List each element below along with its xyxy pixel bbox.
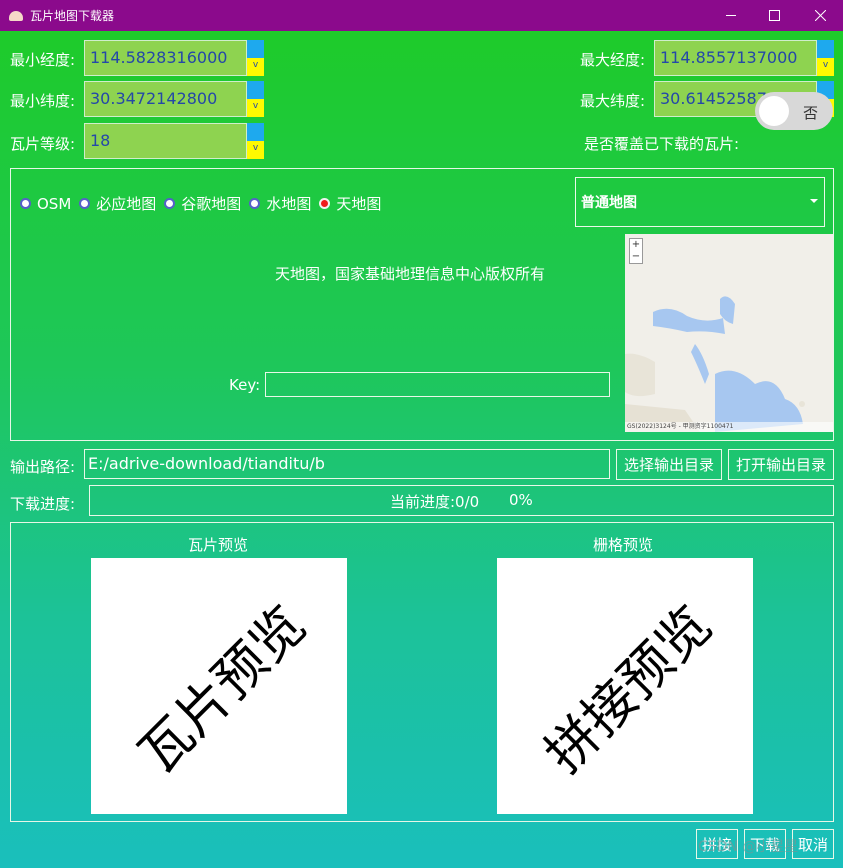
- toggle-knob: [759, 96, 789, 126]
- radio-label: 谷歌地图: [181, 195, 242, 213]
- radio-indicator: [249, 198, 261, 209]
- radio-bing[interactable]: 必应地图: [79, 193, 156, 214]
- title-bar: 瓦片地图下载器: [0, 0, 843, 31]
- overwrite-toggle[interactable]: 否: [755, 92, 833, 130]
- radio-osm[interactable]: OSM: [20, 195, 71, 213]
- max-lon-value[interactable]: 114.8557137000: [654, 40, 817, 76]
- progress-percent-text: 0%: [509, 491, 533, 509]
- min-lon-spinbox[interactable]: 114.5828316000 v: [84, 40, 264, 76]
- min-lat-spinbox[interactable]: 30.3472142800 v: [84, 81, 264, 117]
- radio-tianditu[interactable]: 天地图: [319, 193, 381, 214]
- chevron-down-icon: [810, 199, 818, 203]
- overwrite-label: 是否覆盖已下载的瓦片:: [584, 135, 740, 153]
- max-lon-label: 最大经度:: [580, 51, 646, 69]
- map-attribution: GS(2022)3124号 - 甲测资字1100471: [625, 422, 833, 432]
- map-type-value: 普通地图: [581, 195, 637, 211]
- min-lon-label: 最小经度:: [10, 51, 76, 69]
- download-progress-bar: 当前进度:0/0 0%: [89, 485, 834, 516]
- radio-indicator: [164, 198, 176, 209]
- map-zoom-control[interactable]: + −: [629, 238, 643, 264]
- tile-preview-placeholder: 瓦片预览: [128, 595, 318, 785]
- spin-down-button[interactable]: v: [247, 99, 264, 117]
- overwrite-value: 否: [803, 104, 819, 122]
- minimize-button[interactable]: [708, 0, 754, 31]
- output-path-input[interactable]: E:/adrive-download/tianditu/b: [84, 449, 610, 479]
- open-output-dir-button[interactable]: 打开输出目录: [728, 449, 834, 480]
- radio-google[interactable]: 谷歌地图: [164, 193, 241, 214]
- min-lon-value[interactable]: 114.5828316000: [84, 40, 247, 76]
- zoom-level-spinbox[interactable]: 18 v: [84, 123, 264, 159]
- grid-preview-title: 栅格预览: [593, 536, 654, 554]
- progress-count-text: 当前进度:0/0: [390, 493, 480, 511]
- window-title: 瓦片地图下载器: [30, 9, 115, 23]
- max-lon-spinbox[interactable]: 114.8557137000 v: [654, 40, 834, 76]
- spin-up-button[interactable]: [247, 40, 264, 58]
- tile-preview-title: 瓦片预览: [188, 536, 249, 554]
- radio-indicator: [20, 198, 31, 209]
- map-type-select[interactable]: 普通地图: [575, 177, 825, 227]
- grid-preview-placeholder: 拼接预览: [534, 595, 724, 785]
- tile-preview-canvas: 瓦片预览: [91, 558, 347, 814]
- spin-down-button[interactable]: v: [247, 141, 264, 159]
- copyright-text: 天地图，国家基础地理信息中心版权所有: [275, 265, 546, 283]
- radio-label: 水地图: [266, 195, 312, 213]
- zoom-in-button[interactable]: +: [630, 239, 642, 251]
- radio-water-map[interactable]: 水地图: [249, 193, 311, 214]
- grid-preview-canvas: 拼接预览: [497, 558, 753, 814]
- spin-up-button[interactable]: [247, 81, 264, 99]
- key-label: Key:: [229, 376, 261, 394]
- zoom-level-label: 瓦片等级:: [10, 135, 76, 153]
- close-icon: [814, 10, 826, 21]
- spin-down-button[interactable]: v: [247, 58, 264, 76]
- max-lat-label: 最大纬度:: [580, 92, 646, 110]
- map-source-radio-group: OSM 必应地图 谷歌地图 水地图 天地图: [20, 193, 389, 214]
- output-path-label: 输出路径:: [10, 458, 76, 476]
- radio-label: 天地图: [336, 195, 382, 213]
- zoom-level-value[interactable]: 18: [84, 123, 247, 159]
- zoom-out-button[interactable]: −: [630, 251, 642, 263]
- close-button[interactable]: [797, 0, 843, 31]
- choose-output-dir-button[interactable]: 选择输出目录: [616, 449, 722, 480]
- spin-up-button[interactable]: [817, 40, 834, 58]
- radio-label: OSM: [37, 194, 72, 213]
- watermark: CSDN @小星星: [698, 839, 799, 855]
- min-lat-label: 最小纬度:: [10, 92, 76, 110]
- radio-label: 必应地图: [96, 195, 157, 213]
- map-preview-image: [625, 234, 833, 432]
- progress-label: 下载进度:: [10, 495, 76, 513]
- min-lat-value[interactable]: 30.3472142800: [84, 81, 247, 117]
- map-preview[interactable]: + − GS(2022)3124号 - 甲测资字1100471: [625, 234, 833, 432]
- maximize-button[interactable]: [751, 0, 797, 31]
- spin-down-button[interactable]: v: [817, 58, 834, 76]
- app-icon: [9, 10, 23, 21]
- radio-indicator: [79, 198, 91, 209]
- key-input[interactable]: [265, 372, 610, 397]
- radio-indicator-selected: [319, 198, 331, 209]
- spin-up-button[interactable]: [247, 123, 264, 141]
